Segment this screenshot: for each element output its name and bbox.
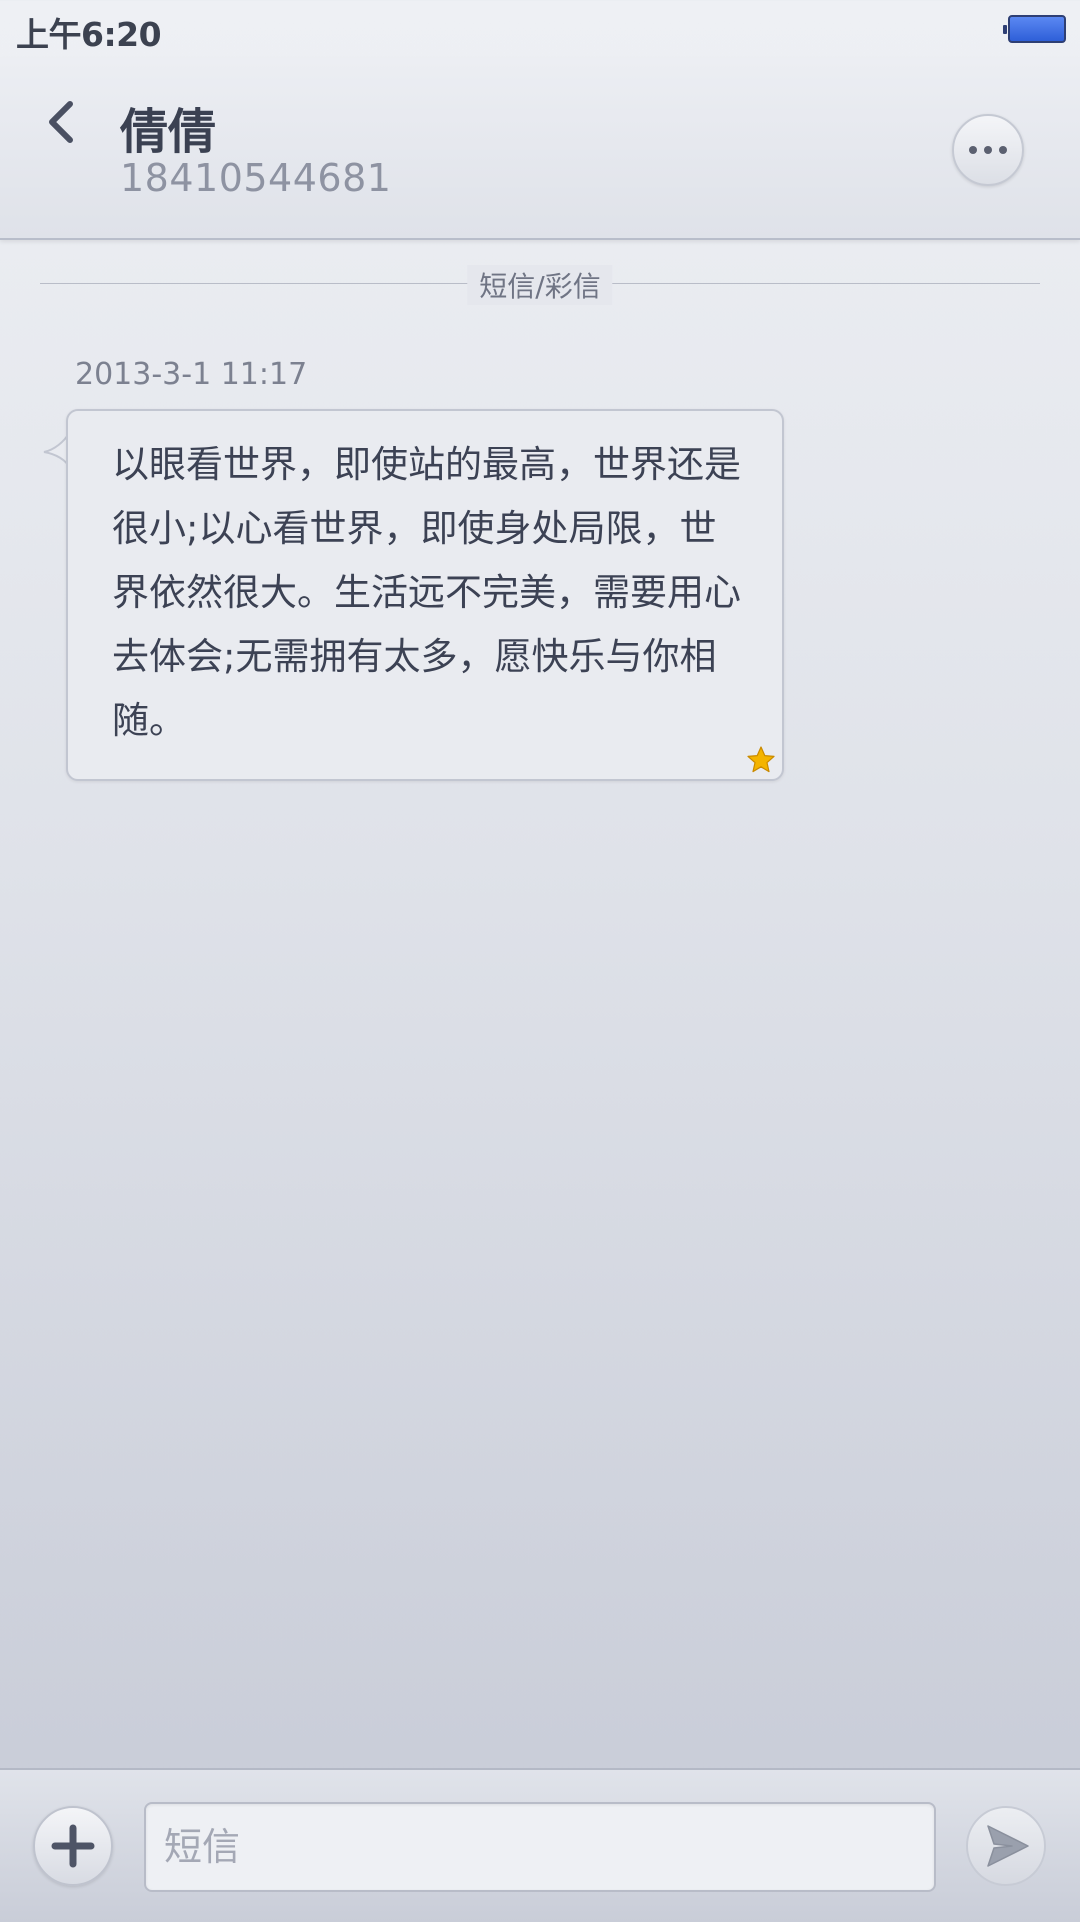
message-type-divider: 短信/彩信 [40,265,1040,305]
back-button[interactable] [38,90,88,154]
contact-name: 倩倩 [120,104,217,160]
add-attachment-button[interactable] [33,1806,113,1886]
chevron-left-icon [49,101,73,143]
star-icon [747,746,775,773]
message-text: 以眼看世界，即使站的最高，世界还是很小;以心看世界，即使身处局限，世界依然很大。… [112,443,741,742]
message-timestamp: 2013-3-1 11:17 [75,357,308,392]
battery-full-icon [1003,15,1066,43]
more-options-button[interactable] [952,114,1024,186]
conversation-header: 倩倩 18410544681 [0,58,1080,240]
message-type-label: 短信/彩信 [467,265,613,305]
message-input[interactable] [144,1802,936,1892]
contact-number: 18410544681 [120,156,392,200]
status-time: 上午6:20 [16,15,162,54]
send-button[interactable] [966,1806,1046,1886]
plus-icon [51,1824,95,1868]
send-icon [987,1825,1029,1867]
composer-bar [0,1768,1080,1922]
message-bubble[interactable]: 以眼看世界，即使站的最高，世界还是很小;以心看世界，即使身处局限，世界依然很大。… [66,409,784,781]
status-bar: 上午6:20 [0,0,1080,58]
